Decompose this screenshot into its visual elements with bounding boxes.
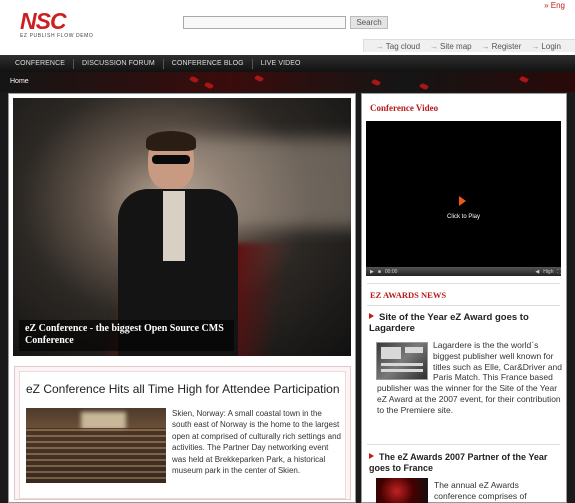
news-item-title-text[interactable]: The eZ Awards 2007 Partner of the Year g… xyxy=(369,452,547,473)
decorative-petal xyxy=(254,74,264,83)
decorative-petal xyxy=(519,75,529,84)
divider xyxy=(367,305,560,306)
decorative-petal xyxy=(204,81,214,90)
language-link[interactable]: » Eng xyxy=(544,1,565,10)
video-controls: ▶ ■ 00:00 ◀ High ⛶ xyxy=(366,267,561,276)
news-item-title[interactable]: Site of the Year eZ Award goes to Lagard… xyxy=(369,312,564,334)
sunglasses xyxy=(152,155,190,164)
hero-image[interactable]: eZ Conference - the biggest Open Source … xyxy=(13,98,351,356)
hair xyxy=(146,131,196,151)
hero-caption[interactable]: eZ Conference - the biggest Open Source … xyxy=(19,320,234,351)
bullet-arrow-icon xyxy=(369,453,374,459)
fullscreen-icon[interactable]: ⛶ xyxy=(557,269,561,275)
search-input[interactable] xyxy=(183,16,346,29)
news-section-title: EZ AWARDS NEWS xyxy=(370,290,447,300)
nav-item-live-video[interactable]: LIVE VIDEO xyxy=(253,59,309,69)
news-item-image[interactable] xyxy=(376,342,428,380)
utility-link-label: Login xyxy=(541,41,561,51)
logo-text: NSC xyxy=(20,8,67,34)
utility-link-tag-cloud[interactable]: → Tag cloud xyxy=(376,42,420,51)
utility-link-label: Tag cloud xyxy=(385,41,421,51)
article-text: Skien, Norway: A small coastal town in t… xyxy=(172,409,341,476)
video-section-title: Conference Video xyxy=(370,103,439,113)
stop-button-icon[interactable]: ■ xyxy=(378,269,381,275)
nav-item-conference-blog[interactable]: CONFERENCE BLOG xyxy=(164,58,253,69)
nav-item-conference[interactable]: CONFERENCE xyxy=(7,58,75,69)
divider xyxy=(367,444,560,445)
utility-link-register[interactable]: → Register xyxy=(482,42,522,51)
news-item-title-text[interactable]: Site of the Year eZ Award goes to Lagard… xyxy=(369,312,529,334)
news-item-image[interactable] xyxy=(376,478,428,503)
featured-article: eZ Conference Hits all Time High for Att… xyxy=(14,366,351,500)
divider xyxy=(367,283,560,284)
video-player[interactable]: Click to Play ▶ ■ 00:00 ◀ High ⛶ xyxy=(366,121,561,276)
play-icon[interactable] xyxy=(459,196,466,206)
arrow-icon: → xyxy=(375,41,384,51)
utility-link-site-map[interactable]: → Site map xyxy=(430,42,472,51)
article-card: eZ Conference Hits all Time High for Att… xyxy=(19,371,346,499)
main-content: eZ Conference - the biggest Open Source … xyxy=(8,93,356,503)
arrow-icon: → xyxy=(531,41,540,51)
breadcrumb: Home xyxy=(0,72,575,92)
play-button-icon[interactable]: ▶ xyxy=(370,269,374,275)
shirt xyxy=(163,191,185,261)
search-button[interactable]: Search xyxy=(350,16,388,29)
nav-item-discussion-forum[interactable]: DISCUSSION FORUM xyxy=(74,58,164,69)
arrow-icon: → xyxy=(481,41,490,51)
utility-link-label: Register xyxy=(491,41,522,51)
bullet-arrow-icon xyxy=(369,313,374,319)
decorative-petal xyxy=(189,75,199,84)
article-image[interactable] xyxy=(26,408,166,483)
video-quality[interactable]: High xyxy=(543,269,553,275)
news-item-text: The annual eZ Awards conference comprise… xyxy=(434,480,527,501)
site-header: NSC EZ PUBLISH FLOW DEMO Search » Eng → T… xyxy=(0,0,575,55)
thumbnail-block xyxy=(381,363,423,366)
utility-link-login[interactable]: → Login xyxy=(531,42,561,51)
breadcrumb-home[interactable]: Home xyxy=(10,78,29,85)
play-label[interactable]: Click to Play xyxy=(366,214,561,220)
search-form: Search xyxy=(183,16,388,29)
news-item-title[interactable]: The eZ Awards 2007 Partner of the Year g… xyxy=(369,452,564,474)
article-title[interactable]: eZ Conference Hits all Time High for Att… xyxy=(26,382,340,396)
thumbnail-block xyxy=(405,347,423,353)
site-logo[interactable]: NSC EZ PUBLISH FLOW DEMO xyxy=(20,8,94,40)
video-time: 00:00 xyxy=(384,268,398,275)
decorative-petal xyxy=(419,82,429,91)
thumbnail-block xyxy=(381,369,423,372)
main-nav: CONFERENCE DISCUSSION FORUM CONFERENCE B… xyxy=(0,55,575,72)
thumbnail-block xyxy=(381,347,401,359)
logo-subtitle: EZ PUBLISH FLOW DEMO xyxy=(20,33,94,39)
arrow-icon: → xyxy=(430,41,439,51)
volume-icon[interactable]: ◀ xyxy=(535,269,539,275)
utility-links: → Tag cloud → Site map → Register → Login xyxy=(362,39,575,52)
decorative-petal xyxy=(371,78,381,87)
audience-rows xyxy=(26,428,166,483)
utility-link-label: Site map xyxy=(440,41,472,51)
sidebar: Conference Video Click to Play ▶ ■ 00:00… xyxy=(361,93,567,503)
